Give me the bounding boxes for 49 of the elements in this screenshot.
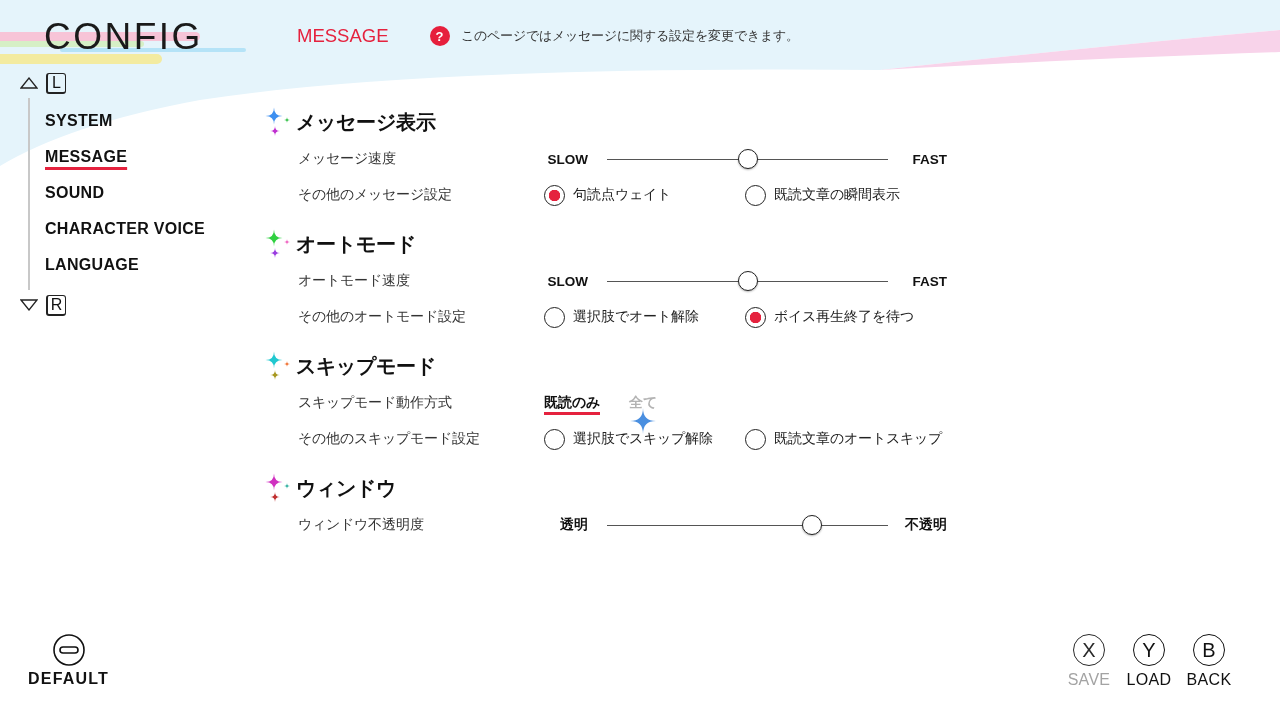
- radio-option[interactable]: 既読文章のオートスキップ: [745, 428, 946, 450]
- radio-icon[interactable]: [544, 428, 565, 450]
- setting-label: ウィンドウ不透明度: [298, 516, 425, 534]
- slider-max-label: 不透明: [904, 516, 947, 534]
- slider-max-label: FAST: [911, 151, 947, 167]
- setting-label: その他のメッセージ設定: [298, 186, 453, 204]
- radio-icon[interactable]: [745, 306, 766, 328]
- sidebar-tab[interactable]: LANGUAGE: [45, 247, 139, 283]
- radio-option[interactable]: ボイス再生終了を待つ: [745, 306, 946, 328]
- radio-icon[interactable]: [544, 184, 565, 206]
- slider-min-label: SLOW: [546, 273, 588, 289]
- sidebar-tab[interactable]: MESSAGE: [45, 139, 128, 175]
- setting-label: オートモード速度: [298, 272, 411, 290]
- section-title: スキップモード: [296, 353, 436, 379]
- setting-label: その他のスキップモード設定: [298, 430, 481, 448]
- radio-icon[interactable]: [544, 306, 565, 328]
- key-hint: R: [46, 294, 66, 316]
- slider-thumb[interactable]: [737, 271, 758, 291]
- radio-option[interactable]: 句読点ウェイト: [544, 184, 745, 206]
- slider-min-label: SLOW: [546, 151, 588, 167]
- section-title: ウィンドウ: [296, 475, 396, 501]
- key-hint: L: [46, 72, 66, 94]
- page-title: MESSAGE: [297, 26, 389, 46]
- slider-thumb[interactable]: [737, 149, 758, 169]
- slider-thumb[interactable]: [802, 515, 823, 535]
- slider-min-label: 透明: [559, 516, 588, 534]
- setting-label: その他のオートモード設定: [298, 308, 467, 326]
- choice-option[interactable]: 既読のみ: [544, 394, 600, 412]
- slider-max-label: FAST: [911, 273, 947, 289]
- setting-label: スキップモード動作方式: [298, 394, 453, 412]
- up-triangle-icon[interactable]: [20, 77, 38, 89]
- minus-circle-icon: [52, 634, 85, 666]
- command-button[interactable]: Y LOAD: [1119, 634, 1179, 689]
- down-triangle-icon[interactable]: [20, 299, 38, 311]
- radio-icon[interactable]: [745, 184, 766, 206]
- section-title: メッセージ表示: [296, 109, 436, 135]
- radio-option[interactable]: 選択肢でスキップ解除: [544, 428, 745, 450]
- default-button[interactable]: DEFAULT: [28, 634, 109, 688]
- radio-icon[interactable]: [745, 428, 766, 450]
- screen-title: CONFIG: [44, 15, 203, 57]
- setting-label: メッセージ速度: [298, 150, 397, 168]
- page-description: このページではメッセージに関する設定を変更できます。: [460, 27, 799, 45]
- section-title: オートモード: [296, 231, 416, 257]
- radio-option[interactable]: 既読文章の瞬間表示: [745, 184, 946, 206]
- radio-option[interactable]: 選択肢でオート解除: [544, 306, 745, 328]
- sidebar-tab[interactable]: CHARACTER VOICE: [45, 211, 206, 247]
- sidebar-tab[interactable]: SYSTEM: [45, 103, 113, 139]
- command-button[interactable]: B BACK: [1179, 634, 1239, 689]
- sidebar-tab[interactable]: SOUND: [45, 175, 105, 211]
